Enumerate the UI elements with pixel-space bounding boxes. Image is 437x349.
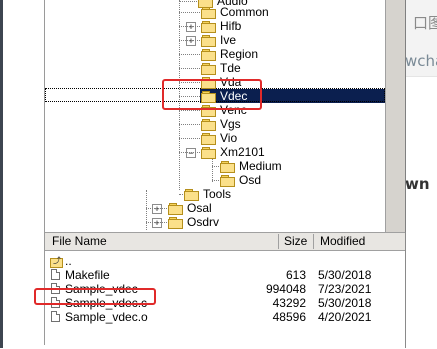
tree-connector-line (179, 40, 200, 41)
annotation-box-vdec (162, 79, 262, 110)
tree-connector-line (212, 166, 219, 167)
file-size: 994048 (265, 282, 306, 296)
background-window-text: wcha (405, 52, 437, 70)
background-window-text: 口图 (413, 14, 437, 32)
tree-node-label: Xm2101 (220, 145, 265, 159)
tree-connector-line (146, 208, 167, 209)
file-row-makefile[interactable]: Makefile 613 5/30/2018 (45, 268, 385, 282)
tree-connector-line (179, 26, 200, 27)
folder-icon (198, 0, 213, 8)
file-name: Makefile (65, 268, 110, 282)
expand-toggle-icon[interactable]: + (152, 204, 162, 214)
file-modified-date: 5/30/2018 (318, 268, 372, 282)
tree-connector-line (146, 222, 167, 223)
folder-icon (201, 119, 216, 131)
tree-connector-line (179, 68, 200, 69)
file-row-sample-vdec-o[interactable]: Sample_vdec.o 48596 4/20/2021 (45, 310, 385, 324)
file-modified-date: 5/30/2018 (318, 296, 372, 310)
tree-node-label: Vio (220, 131, 238, 145)
background-window-text: wn (405, 175, 430, 193)
folder-icon (201, 35, 216, 47)
tree-connector-line (179, 124, 200, 125)
folder-icon (201, 133, 216, 145)
tree-node-label: Ive (220, 33, 237, 47)
file-modified-date: 7/23/2021 (318, 282, 372, 296)
folder-icon (201, 63, 216, 75)
tree-node-label: Osd (239, 173, 262, 187)
folder-icon (168, 217, 183, 229)
expand-toggle-icon[interactable]: + (152, 218, 162, 228)
column-divider[interactable] (278, 234, 279, 249)
annotation-box-sample-vdec-c (34, 288, 156, 305)
tree-connector-line (146, 190, 147, 230)
tree-node-label: Common (220, 5, 269, 19)
tree-node-label: Medium (239, 159, 282, 173)
tree-node-label: Osdrv (187, 215, 220, 229)
file-name: Sample_vdec.o (65, 310, 148, 324)
file-size: 43292 (272, 296, 306, 310)
tree-connector-line (179, 110, 200, 111)
column-divider[interactable] (313, 234, 314, 249)
tree-node-label: Tools (203, 187, 232, 201)
expand-toggle-icon[interactable]: + (186, 36, 196, 46)
tree-connector-line (212, 180, 219, 181)
folder-icon (201, 49, 216, 61)
expand-toggle-icon[interactable]: + (186, 22, 196, 32)
tree-node-label: Tde (220, 61, 241, 75)
folder-icon (201, 21, 216, 33)
tree-connector-line (179, 54, 200, 55)
file-list-header: File Name Size Modified (45, 233, 405, 251)
file-modified-date: 4/20/2021 (318, 310, 372, 324)
tree-node-label: Hifb (220, 19, 242, 33)
file-icon (51, 269, 60, 280)
tree-node-label: Region (220, 47, 259, 61)
tree-node-label: Vgs (220, 117, 241, 131)
folder-icon (168, 203, 183, 215)
file-name: .. (65, 254, 72, 268)
tree-connector-line (179, 152, 200, 153)
tree-connector-line (179, 12, 200, 13)
folder-icon (220, 175, 235, 187)
tree-connector-line (179, 138, 200, 139)
column-header-modified[interactable]: Modified (320, 233, 365, 250)
file-size: 48596 (272, 310, 306, 324)
up-folder-icon: ⤴ (50, 256, 63, 268)
tree-node-label: Osal (187, 201, 212, 215)
column-header-name[interactable]: File Name (52, 233, 107, 250)
column-header-size[interactable]: Size (284, 233, 307, 250)
folder-icon (201, 147, 216, 159)
folder-icon (201, 7, 216, 19)
tree-connector-line (179, 1, 197, 2)
folder-icon (184, 189, 199, 201)
file-size: 613 (285, 268, 306, 282)
background-window-panel (406, 76, 437, 349)
left-edge-strip (0, 0, 3, 348)
tree-scrollbar[interactable] (385, 0, 406, 232)
file-row-parent-directory[interactable]: ⤴.. (45, 254, 385, 268)
tree-connector-line (179, 194, 183, 195)
folder-icon (220, 161, 235, 173)
file-icon (51, 311, 60, 322)
collapse-toggle-icon[interactable]: − (186, 148, 196, 158)
tree-connector-line (212, 158, 213, 182)
